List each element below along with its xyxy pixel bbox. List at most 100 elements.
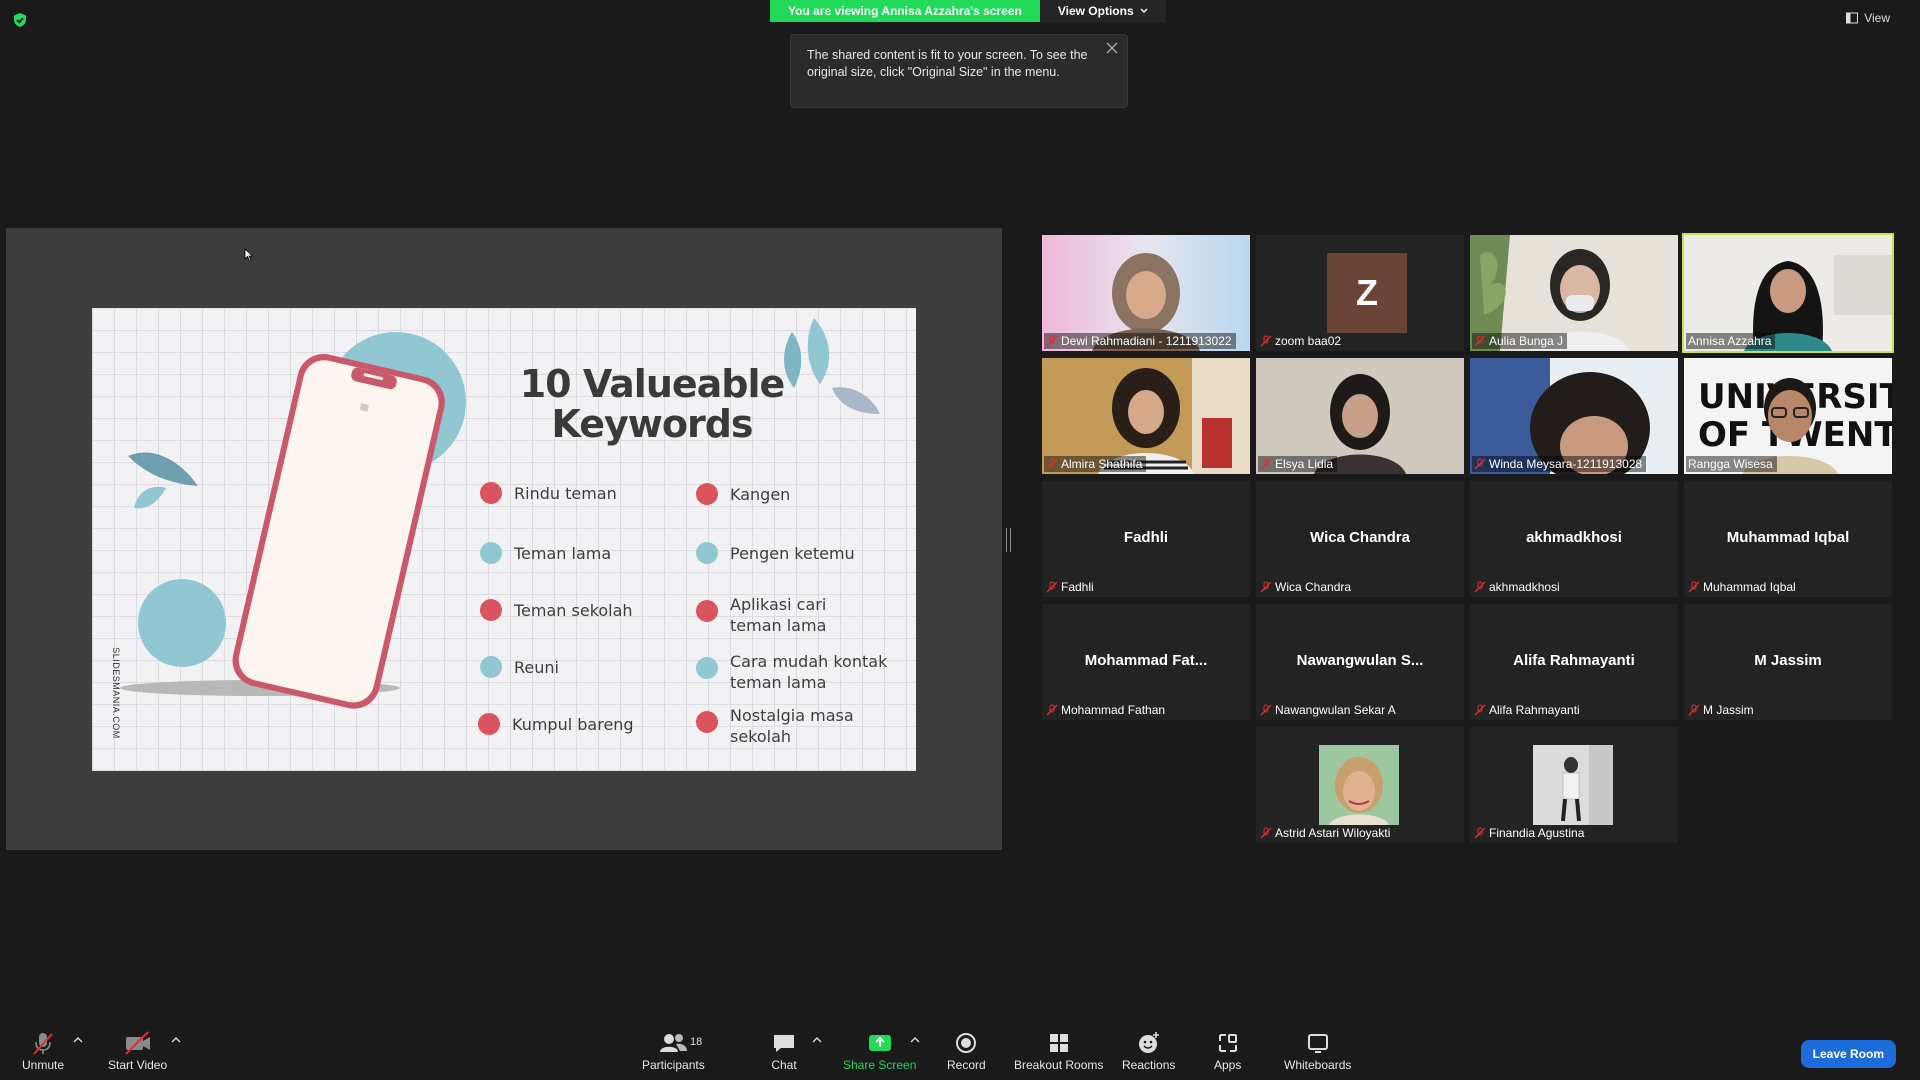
participant-tile[interactable]: Almira Shathifa xyxy=(1042,358,1250,474)
keyword-text: Aplikasi cari teman lama xyxy=(730,595,827,635)
blue-bullet-dot xyxy=(696,542,718,564)
screen-share-banner: You are viewing Annisa Azzahra's screen … xyxy=(770,0,1166,22)
muted-mic-icon xyxy=(1474,581,1486,593)
muted-mic-icon xyxy=(1260,581,1272,593)
participant-tile[interactable]: Astrid Astari Wiloyakti xyxy=(1256,727,1464,843)
participant-tile[interactable]: Mohammad Fat... Mohammad Fathan xyxy=(1042,604,1250,720)
red-bullet-dot xyxy=(696,483,718,505)
participant-name: Dewi Rahmadiani - 1211913022 xyxy=(1061,334,1232,348)
participant-tile[interactable]: Elsya Lidia xyxy=(1256,358,1464,474)
participant-label: Aulia Bunga J xyxy=(1472,333,1568,349)
keyword-item: Cara mudah kontak teman lama xyxy=(696,651,896,693)
participant-name: zoom baa02 xyxy=(1275,334,1342,348)
participant-label: Alifa Rahmayanti xyxy=(1472,702,1584,718)
participant-name: Almira Shathifa xyxy=(1061,457,1143,471)
participant-name: Finandia Agustina xyxy=(1489,826,1585,840)
whiteboards-button[interactable]: Whiteboards xyxy=(1284,1030,1351,1072)
record-button[interactable]: Record xyxy=(947,1030,986,1072)
start-video-label: Start Video xyxy=(108,1058,168,1072)
participant-name: Astrid Astari Wiloyakti xyxy=(1275,826,1391,840)
participant-label: Dewi Rahmadiani - 1211913022 xyxy=(1044,333,1236,349)
keyword-item: Teman sekolah xyxy=(480,599,633,621)
participant-tile[interactable]: Muhammad Iqbal Muhammad Iqbal xyxy=(1684,481,1892,597)
keyword-text: Pengen ketemu xyxy=(730,544,855,563)
video-options-caret-icon[interactable] xyxy=(171,1036,181,1044)
view-options-label: View Options xyxy=(1057,4,1134,18)
participant-tile[interactable]: Winda Meysara-1211913028 xyxy=(1470,358,1678,474)
share-options-caret-icon[interactable] xyxy=(910,1036,920,1044)
audio-options-caret-icon[interactable] xyxy=(73,1036,83,1044)
slide-title: 10 Valueable Keywords xyxy=(502,364,802,444)
unmute-label: Unmute xyxy=(22,1058,65,1072)
unmute-button[interactable]: Unmute xyxy=(22,1030,64,1072)
apps-button[interactable]: Apps xyxy=(1214,1030,1241,1072)
keyword-item: Reuni xyxy=(480,656,559,678)
participant-tile[interactable]: akhmadkhosi akhmadkhosi xyxy=(1470,481,1678,597)
participant-name: Annisa Azzahra xyxy=(1688,334,1772,348)
viewing-screen-label: You are viewing Annisa Azzahra's screen xyxy=(770,0,1040,22)
view-options-button[interactable]: View Options xyxy=(1039,0,1166,22)
share-screen-button[interactable]: Share Screen xyxy=(843,1030,916,1072)
start-video-button[interactable]: Start Video xyxy=(108,1030,167,1072)
profile-photo xyxy=(1533,745,1613,825)
participant-name: Aulia Bunga J xyxy=(1489,334,1564,348)
keyword-text: Teman sekolah xyxy=(514,601,633,620)
muted-mic-icon xyxy=(1046,704,1058,716)
breakout-rooms-button[interactable]: Breakout Rooms xyxy=(1014,1030,1103,1072)
participant-label: Muhammad Iqbal xyxy=(1686,579,1800,595)
participant-tile[interactable]: M Jassim M Jassim xyxy=(1684,604,1892,720)
participant-label: Astrid Astari Wiloyakti xyxy=(1258,825,1394,841)
participant-tile[interactable]: Aulia Bunga J xyxy=(1470,235,1678,351)
red-bullet-dot xyxy=(480,599,502,621)
whiteboards-label: Whiteboards xyxy=(1284,1058,1352,1072)
participant-name: akhmadkhosi xyxy=(1489,580,1560,594)
participant-tile[interactable]: Nawangwulan S... Nawangwulan Sekar A xyxy=(1256,604,1464,720)
participant-label: Annisa Azzahra xyxy=(1686,333,1776,349)
muted-microphone-icon xyxy=(33,1033,53,1055)
leave-room-button[interactable]: Leave Room xyxy=(1800,1040,1896,1068)
keyword-item: Kumpul bareng xyxy=(478,713,634,735)
participant-label: Finandia Agustina xyxy=(1472,825,1588,841)
participant-label: Fadhli xyxy=(1044,579,1098,595)
view-button[interactable]: View xyxy=(1846,11,1890,25)
participant-display-name: Mohammad Fat... xyxy=(1084,652,1208,669)
keyword-text: Cara mudah kontak teman lama xyxy=(730,652,888,692)
participant-name: Mohammad Fathan xyxy=(1061,703,1166,717)
chat-options-caret-icon[interactable] xyxy=(812,1036,822,1044)
slide-title-line1: 10 Valueable xyxy=(519,362,786,406)
participant-tile[interactable]: Z zoom baa02 xyxy=(1256,235,1464,351)
participant-tile[interactable]: UNIVERSITY OF TWENTE. Rangga Wisesa xyxy=(1684,358,1892,474)
participant-tile[interactable]: Fadhli Fadhli xyxy=(1042,481,1250,597)
keyword-item: Teman lama xyxy=(480,542,611,564)
muted-mic-icon xyxy=(1474,458,1486,470)
reactions-button[interactable]: Reactions xyxy=(1122,1030,1175,1072)
red-bullet-dot xyxy=(480,482,502,504)
keyword-text: Rindu teman xyxy=(514,484,617,503)
participant-name: Muhammad Iqbal xyxy=(1703,580,1796,594)
keyword-text: Nostalgia masa sekolah xyxy=(730,706,854,746)
record-label: Record xyxy=(947,1058,986,1072)
record-icon xyxy=(956,1033,977,1053)
participant-label: Rangga Wisesa xyxy=(1686,456,1777,472)
apps-icon xyxy=(1218,1034,1237,1052)
keyword-item: Pengen ketemu xyxy=(696,542,855,564)
participants-icon xyxy=(660,1034,688,1052)
keyword-text: Teman lama xyxy=(514,544,612,563)
apps-label: Apps xyxy=(1214,1058,1242,1072)
participant-tile[interactable]: Wica Chandra Wica Chandra xyxy=(1256,481,1464,597)
participant-label: Nawangwulan Sekar A xyxy=(1258,702,1400,718)
participant-name: Rangga Wisesa xyxy=(1688,457,1773,471)
participant-tile[interactable]: Alifa Rahmayanti Alifa Rahmayanti xyxy=(1470,604,1678,720)
participant-tile[interactable]: Dewi Rahmadiani - 1211913022 xyxy=(1042,235,1250,351)
letter-avatar: Z xyxy=(1327,253,1407,333)
close-icon[interactable] xyxy=(1105,41,1119,55)
resize-divider-handle[interactable] xyxy=(1006,528,1011,552)
participant-display-name: Fadhli xyxy=(1123,529,1169,546)
keyword-item: Aplikasi cari teman lama xyxy=(696,594,876,636)
participant-tile[interactable]: Finandia Agustina xyxy=(1470,727,1678,843)
participant-tile-active-speaker[interactable]: Annisa Azzahra xyxy=(1682,233,1894,353)
fit-to-screen-tooltip: The shared content is fit to your screen… xyxy=(790,34,1128,108)
participants-label: Participants xyxy=(642,1058,705,1072)
security-shield-icon[interactable] xyxy=(12,12,28,28)
chat-button[interactable]: Chat xyxy=(771,1030,797,1072)
